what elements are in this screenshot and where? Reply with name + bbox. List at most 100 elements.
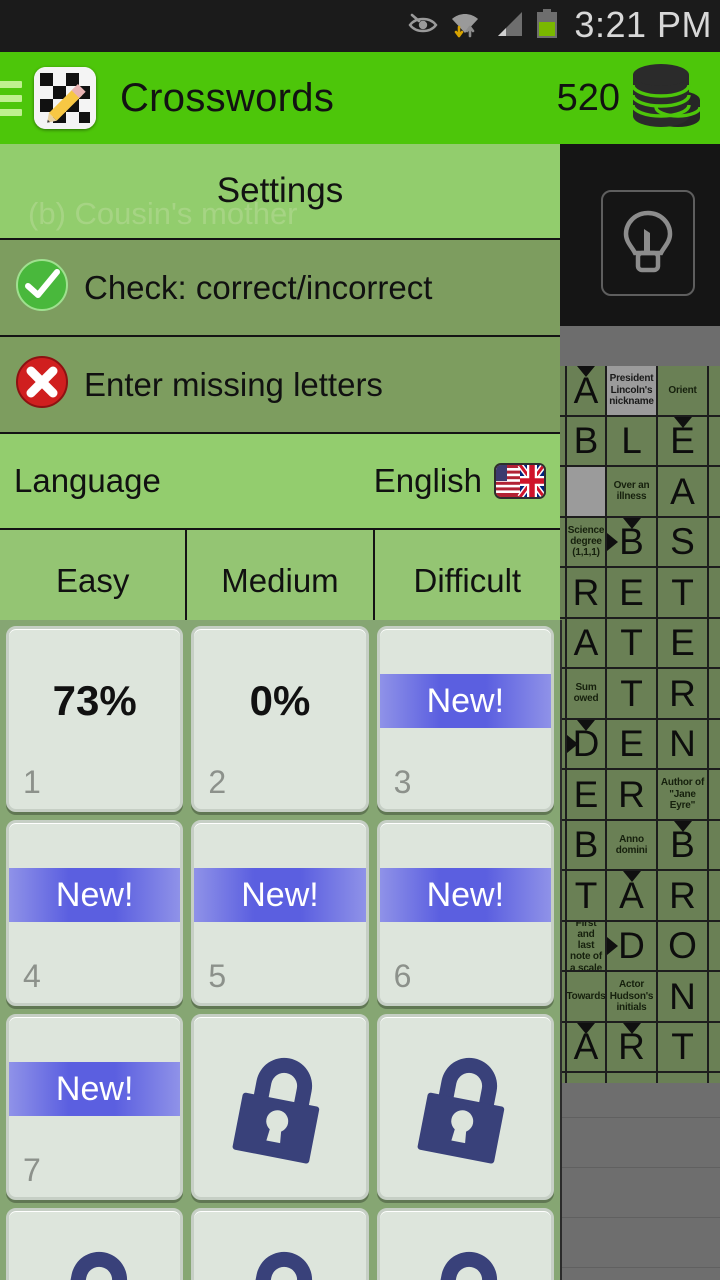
hamburger-menu-icon[interactable]: [0, 80, 22, 116]
crossword-letter-cell: A: [567, 1022, 605, 1071]
arrow-down-icon: [577, 719, 595, 731]
us-uk-flag-icon: [494, 463, 546, 499]
crossword-cell-text: N: [669, 723, 696, 765]
game-toolbar-strip: [560, 326, 720, 366]
crossword-letter-cell: E: [658, 618, 707, 667]
coin-count: 520: [556, 76, 620, 119]
setting-enter-missing-letters[interactable]: Enter missing letters: [0, 337, 560, 434]
crossword-cell-text: Anno domini: [615, 833, 648, 856]
action-bar: Crosswords 520: [0, 52, 720, 144]
crossword-block-cell: [709, 517, 720, 566]
crossword-cell-text: Over an illness: [613, 480, 650, 503]
puzzle-card[interactable]: 73% 1: [6, 626, 184, 812]
crossword-clue-cell: Anno domini: [607, 820, 656, 869]
crossword-block-cell: [560, 366, 565, 415]
crossword-cell-text: B: [619, 521, 644, 563]
setting-label: Check: correct/incorrect: [84, 268, 433, 306]
crossword-letter-cell: L: [607, 416, 656, 465]
wifi-icon: [449, 9, 481, 44]
crossword-cell-text: T: [620, 672, 643, 714]
crossword-cell-text: T: [620, 622, 643, 664]
crossword-clue-cell: Author of "Jane Eyre": [658, 770, 707, 819]
crossword-letter-cell: T: [607, 669, 656, 718]
crossword-cell-text: R: [572, 571, 600, 613]
crossword-block-cell: [709, 871, 720, 920]
crossword-letter-cell: E: [658, 1073, 707, 1083]
red-x-circle-icon: [14, 354, 70, 415]
puzzle-card[interactable]: New! 6: [376, 820, 554, 1006]
puzzle-card[interactable]: [191, 1208, 369, 1280]
setting-language[interactable]: Language English: [0, 434, 560, 530]
crossword-letter-cell: H: [607, 1073, 656, 1083]
arrow-right-icon: [607, 532, 618, 551]
crossword-cell-text: R: [669, 672, 696, 714]
crossword-block-cell: [560, 416, 565, 465]
crossword-letter-cell: A: [658, 467, 707, 516]
crossword-letter-cell: R: [658, 871, 707, 920]
crossword-cell-text: L: [621, 420, 642, 462]
crossword-letter-cell: A: [607, 871, 656, 920]
new-badge: New!: [9, 1062, 181, 1116]
crossword-letter-cell: R: [567, 568, 605, 617]
lock-icon: [400, 1230, 531, 1280]
new-badge: New!: [379, 674, 551, 728]
puzzle-progress-percent: 73%: [52, 677, 137, 724]
crossword-cell-text: President Lincoln's nickname: [609, 373, 654, 407]
crossword-letter-cell: E: [658, 416, 707, 465]
crossword-block-cell: [709, 416, 720, 465]
lightbulb-icon[interactable]: [601, 190, 695, 296]
crossword-letter-cell: T: [658, 1022, 707, 1071]
puzzle-card[interactable]: New! 3: [376, 626, 554, 812]
tab-easy[interactable]: Easy: [0, 530, 188, 632]
crossword-letter-cell: R: [607, 770, 656, 819]
puzzle-number: 2: [208, 764, 227, 800]
puzzle-card[interactable]: New! 5: [191, 820, 369, 1006]
crossword-block-cell: [560, 467, 565, 516]
settings-overlay: (b) Cousin's mother Settings Check: corr…: [0, 144, 560, 634]
crossword-letter-cell: R: [658, 669, 707, 718]
crossword-letter-cell: D: [567, 719, 605, 768]
crossword-block-cell: [560, 517, 565, 566]
crossword-clue-cell: First and last note of a scale: [567, 921, 605, 970]
difficulty-tabs: Easy Medium Difficult: [0, 530, 560, 634]
puzzle-card[interactable]: [376, 1014, 554, 1200]
crossword-clue-cell: Orient: [658, 366, 707, 415]
crossword-letter-cell: E: [607, 719, 656, 768]
crossword-letter-cell: T: [658, 568, 707, 617]
crossword-block-cell: [709, 770, 720, 819]
lock-icon: [400, 1036, 531, 1178]
crossword-clue-cell: President Lincoln's nickname: [607, 366, 656, 415]
crossword-cell-text: O: [668, 925, 697, 967]
signal-icon: [492, 10, 524, 43]
crossword-letter-cell: O: [658, 921, 707, 970]
puzzle-card[interactable]: [6, 1208, 184, 1280]
puzzle-card[interactable]: New! 4: [6, 820, 184, 1006]
crossword-cell-text: D: [618, 925, 645, 967]
crossword-cell-text: A: [573, 622, 599, 664]
tab-difficult[interactable]: Difficult: [374, 530, 560, 632]
crossword-letter-cell: S: [658, 517, 707, 566]
crossword-block-cell: [709, 921, 720, 970]
crossword-block-cell: [709, 568, 720, 617]
tab-medium[interactable]: Medium: [187, 530, 375, 632]
puzzle-card[interactable]: New! 7: [6, 1014, 184, 1200]
status-bar-clock: 3:21 PM: [574, 4, 712, 45]
crossword-clue-cell: Over an illness: [607, 467, 656, 516]
puzzle-card[interactable]: [191, 1014, 369, 1200]
page-title: Crosswords: [120, 75, 335, 120]
crossword-block-cell: [709, 467, 720, 516]
setting-check-correct-incorrect[interactable]: Check: correct/incorrect: [0, 240, 560, 337]
crossword-cell-text: A: [670, 470, 695, 512]
crossword-cell-text: A: [573, 1026, 599, 1068]
puzzle-card[interactable]: 0% 2: [191, 626, 369, 812]
settings-header: (b) Cousin's mother Settings: [0, 144, 560, 240]
crossword-clue-cell: Sum owed: [567, 669, 605, 718]
puzzle-progress-percent: 0%: [249, 677, 311, 724]
crossword-cell-text: R: [618, 1026, 645, 1068]
crossword-block-cell: [709, 972, 720, 1021]
puzzle-card[interactable]: [376, 1208, 554, 1280]
puzzle-number: 1: [23, 764, 41, 800]
puzzle-number: 6: [393, 958, 412, 994]
background-crossword-grid: A President Lincoln's nickname Orient B L E Ov…: [560, 366, 720, 1083]
crossword-cell-text: S: [670, 521, 695, 563]
